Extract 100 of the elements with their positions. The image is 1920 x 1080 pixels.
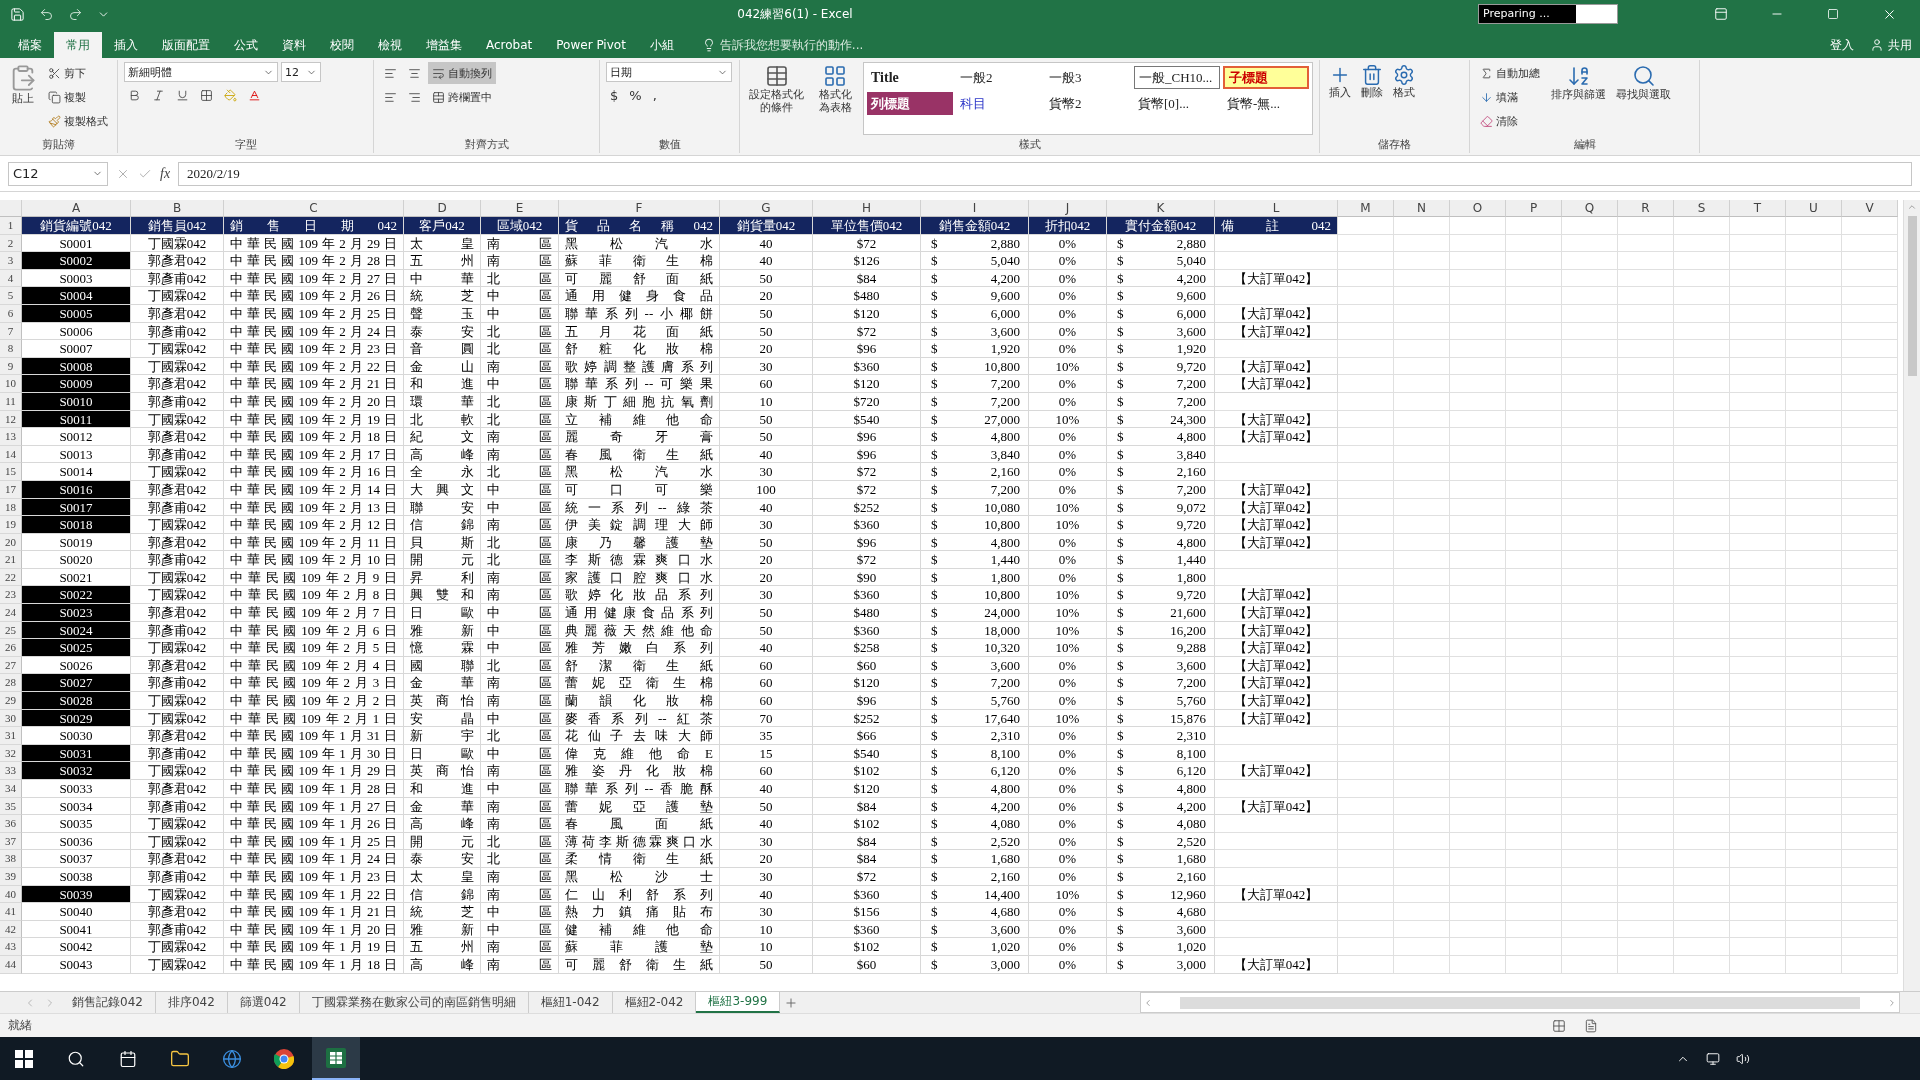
scroll-thumb[interactable] — [1907, 216, 1917, 376]
wrap-text-button[interactable]: 自動換列 — [428, 62, 496, 84]
row-header[interactable]: 23 — [0, 586, 22, 605]
scroll-up-icon — [1907, 202, 1917, 212]
column-header[interactable]: J — [1029, 200, 1107, 217]
column-header[interactable]: R — [1618, 200, 1674, 217]
ribbon-tab[interactable]: 小組 — [637, 32, 686, 58]
sort-filter-button[interactable]: 排序與篩選 — [1548, 62, 1609, 135]
insert-function-label[interactable]: fx — [160, 165, 171, 182]
row-header[interactable]: 38 — [0, 850, 22, 868]
font-name-field[interactable]: 新細明體 — [124, 62, 278, 82]
ribbon-tab[interactable]: 資料 — [270, 32, 318, 58]
copy-button[interactable]: 複製 — [44, 86, 112, 108]
row-header[interactable]: 34 — [0, 780, 22, 798]
spreadsheet-app-button[interactable] — [312, 1037, 360, 1080]
cell-style-item[interactable]: 子標題 — [1223, 66, 1309, 89]
column-header[interactable]: Q — [1562, 200, 1618, 217]
column-header[interactable]: D — [404, 200, 481, 217]
fill-button[interactable]: 填滿 — [1476, 86, 1544, 108]
column-header[interactable]: T — [1730, 200, 1786, 217]
paste-button[interactable]: 貼上 — [6, 62, 40, 135]
number-format-button[interactable]: , — [648, 84, 661, 106]
autosum-button[interactable]: 自動加總 — [1476, 62, 1544, 84]
wrap-text-icon — [432, 66, 445, 80]
row-header[interactable]: 26 — [0, 639, 22, 657]
row-header[interactable]: 36 — [0, 815, 22, 833]
column-header[interactable]: B — [131, 200, 224, 217]
column-header[interactable]: I — [921, 200, 1029, 217]
column-header[interactable]: H — [813, 200, 921, 217]
row-header[interactable]: 13 — [0, 428, 22, 446]
ribbon-tab[interactable]: 檢視 — [366, 32, 414, 58]
column-header[interactable]: A — [22, 200, 131, 217]
row-header[interactable]: 8 — [0, 340, 22, 358]
cells-button[interactable]: 刪除 — [1358, 62, 1386, 135]
horizontal-scrollbar[interactable] — [1140, 992, 1900, 1013]
ribbon-tab[interactable]: Power Pivot — [544, 32, 638, 58]
cell-style-item[interactable]: 一般_CH10... — [1134, 66, 1220, 89]
column-header[interactable]: N — [1394, 200, 1450, 217]
windows-logo-icon[interactable] — [15, 1049, 33, 1068]
row-header[interactable]: 41 — [0, 903, 22, 921]
cells-button[interactable]: 格式 — [1390, 62, 1418, 135]
row-header[interactable]: 15 — [0, 463, 22, 481]
number-format-button[interactable]: % — [625, 84, 646, 106]
ribbon-tab[interactable]: 版面配置 — [150, 32, 222, 58]
number-format-button[interactable]: $ — [606, 84, 623, 106]
vertical-scrollbar[interactable] — [1903, 200, 1920, 991]
row-header[interactable]: 1 — [0, 217, 22, 235]
column-header[interactable]: P — [1506, 200, 1562, 217]
row-header[interactable]: 3 — [0, 252, 22, 270]
ribbon-tab[interactable]: 檔案 — [6, 32, 54, 58]
ribbon-tab[interactable]: 公式 — [222, 32, 270, 58]
ribbon-tab[interactable]: 校閱 — [318, 32, 366, 58]
row-header[interactable]: 43 — [0, 938, 22, 956]
number-format-field[interactable]: 日期 — [606, 62, 732, 82]
conditional-format-button[interactable]: 設定格式化的條件 — [746, 62, 808, 135]
ribbon-tab[interactable]: 常用 — [54, 32, 102, 58]
table-cell: $258 — [813, 639, 921, 657]
merge-center-button[interactable]: 跨欄置中 — [428, 86, 496, 108]
sheet-tab[interactable]: 樞紐3-999 — [696, 992, 781, 1013]
ribbon-tab[interactable]: 插入 — [102, 32, 150, 58]
cut-button[interactable]: 剪下 — [44, 62, 112, 84]
ribbon-tab[interactable]: 增益集 — [414, 32, 474, 58]
monitor-icon — [1706, 1051, 1720, 1066]
column-header[interactable]: L — [1215, 200, 1338, 217]
column-header[interactable]: E — [481, 200, 559, 217]
row-header[interactable]: 24 — [0, 604, 22, 622]
progress-text: Preparing ... — [1483, 7, 1550, 20]
format-painter-button[interactable]: 複製格式 — [44, 110, 112, 132]
row-header[interactable]: 29 — [0, 692, 22, 710]
clear-button[interactable]: 清除 — [1476, 110, 1544, 132]
format-as-table-button[interactable]: 格式化為表格 — [811, 62, 859, 135]
row-header[interactable]: 5 — [0, 287, 22, 305]
row-header[interactable]: 10 — [0, 375, 22, 393]
ribbon-tab[interactable]: Acrobat — [474, 32, 545, 58]
column-header[interactable]: U — [1786, 200, 1842, 217]
column-header[interactable]: S — [1674, 200, 1730, 217]
column-header[interactable]: M — [1338, 200, 1394, 217]
column-header[interactable]: V — [1842, 200, 1898, 217]
column-header[interactable]: O — [1450, 200, 1506, 217]
tell-me-field[interactable]: 告訴我您想要執行的動作... — [695, 32, 870, 58]
formula-field[interactable]: 2020/2/19 — [178, 161, 1912, 186]
row-header[interactable]: 21 — [0, 551, 22, 569]
row-header[interactable]: 31 — [0, 727, 22, 745]
scroll-thumb[interactable] — [1180, 996, 1860, 1009]
currency-sign: $ — [1117, 480, 1124, 498]
find-select-button[interactable]: 尋找與選取 — [1613, 62, 1674, 135]
share-button[interactable]: 共用 — [1862, 32, 1920, 58]
row-header[interactable]: 33 — [0, 762, 22, 780]
row-header[interactable]: 19 — [0, 516, 22, 534]
font-size-field[interactable]: 12 — [281, 62, 321, 82]
table-cell: 【大訂單042】 — [1215, 604, 1338, 622]
sign-in-link[interactable]: 登入 — [1822, 32, 1862, 58]
column-header[interactable]: F — [559, 200, 720, 217]
column-header[interactable]: G — [720, 200, 813, 217]
column-header[interactable]: C — [224, 200, 404, 217]
cells-button[interactable]: 插入 — [1326, 62, 1354, 135]
cell-style-item[interactable]: 列標題 — [867, 92, 953, 115]
column-header[interactable]: K — [1107, 200, 1215, 217]
name-box[interactable]: C12 — [8, 161, 108, 186]
row-header[interactable]: 28 — [0, 674, 22, 693]
